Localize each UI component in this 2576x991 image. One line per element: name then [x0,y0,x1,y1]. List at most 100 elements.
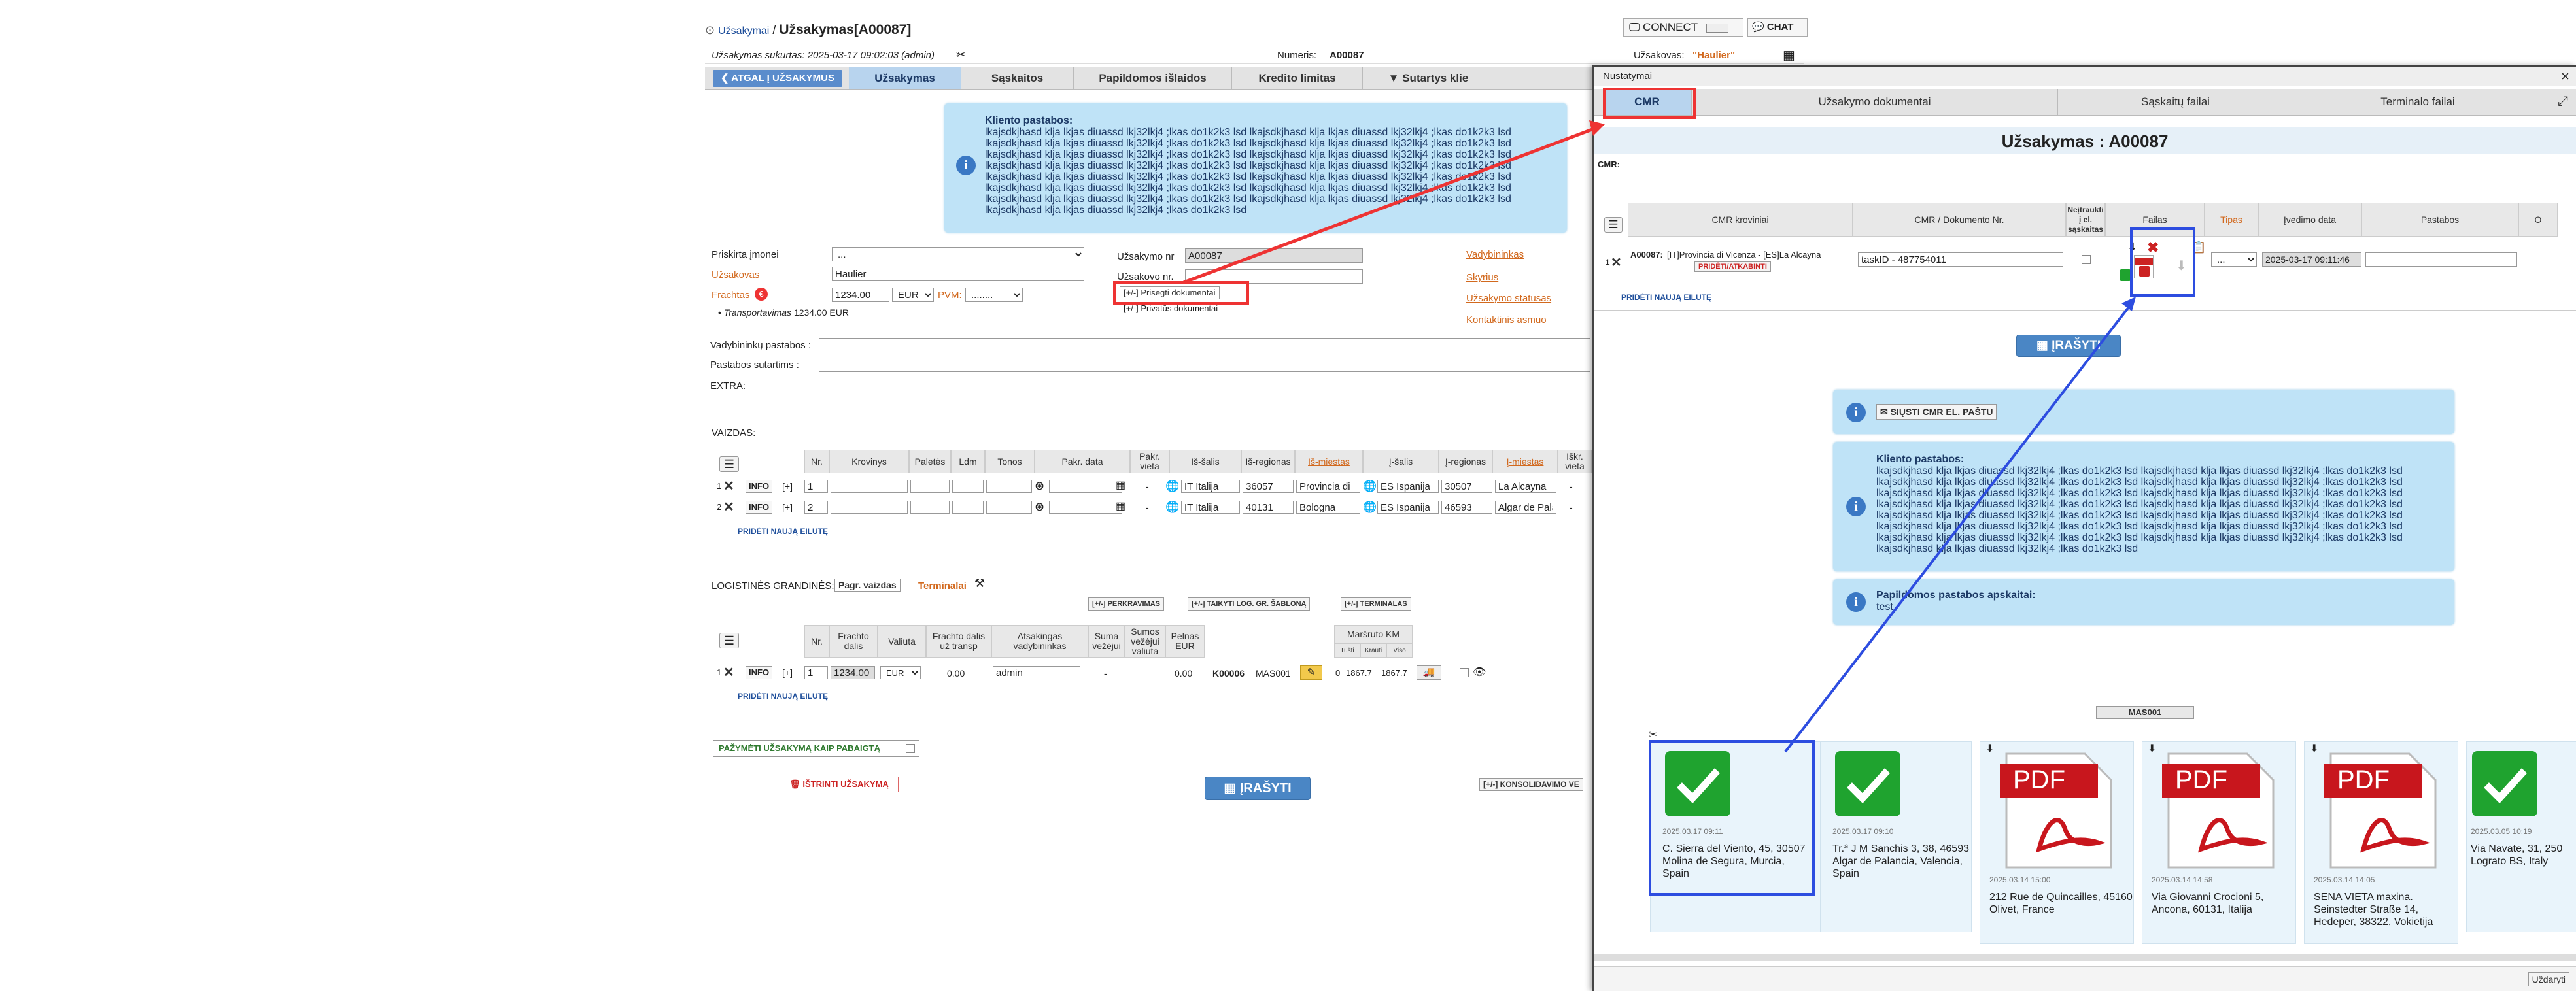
mas-tag[interactable]: MAS001 [2096,706,2194,719]
download-icon[interactable]: ⬇ [2310,742,2318,755]
menu-icon[interactable]: ☰ [719,633,739,648]
chain-checkbox[interactable] [1460,668,1469,677]
tonos-input[interactable] [986,480,1032,493]
info-button[interactable]: INFO [746,480,773,493]
pencil-icon[interactable]: ✎ [1300,665,1322,680]
col-is-miestas[interactable]: Iš-miestas [1295,450,1363,473]
tab-kredito-limitas[interactable]: Kredito limitas [1232,67,1363,89]
send-cmr-button[interactable]: ✉ SIŲSTI CMR EL. PAŠTU [1876,404,1997,420]
delete-row-icon[interactable]: ✕ [723,501,734,514]
i-salis-input[interactable] [1377,480,1439,493]
pakr-data-input[interactable] [1049,501,1122,514]
pdf-card[interactable]: ⬇ PDF 2025.03.14 14:05 SENA VIETA maxina… [2304,741,2458,944]
save-order-button[interactable]: ▦ ĮRAŠYTI [1205,777,1311,800]
cmr-col-tipas[interactable]: Tipas [2205,203,2258,237]
currency-select[interactable]: EUR [892,288,934,302]
vadybininkas-link[interactable]: Vadybininkas [1466,249,1524,260]
is-regionas-input[interactable] [1243,480,1294,493]
ldm-input[interactable] [952,501,984,514]
perkrovimas-button[interactable]: [+/-] PERKRAVIMAS [1088,597,1164,611]
frachtas-input[interactable] [832,288,889,302]
cmr-date-input[interactable] [2262,252,2361,267]
info-button[interactable]: INFO [746,501,773,514]
skyrius-link[interactable]: Skyrius [1466,272,1498,283]
cmr-exclude-checkbox[interactable] [2082,255,2091,264]
cmr-pastabos-input[interactable] [2365,252,2517,267]
pakr-data-input[interactable] [1049,480,1122,493]
expand-button[interactable]: [+] [782,481,793,492]
chain-code[interactable]: K00006 [1212,668,1245,679]
back-to-orders-button[interactable]: ❮ ATGAL Į UŽSAKYMUS [713,70,842,87]
i-salis-input[interactable] [1377,501,1439,514]
i-regionas-input[interactable] [1441,480,1492,493]
delete-row-icon[interactable]: ✕ [723,666,734,679]
calendar-icon[interactable]: ▦ [1116,479,1125,492]
statusas-link[interactable]: Užsakymo statusas [1466,293,1551,304]
konsolidavimo-button[interactable]: [+/-] KONSOLIDAVIMO VE [1479,778,1583,791]
horizontal-scrollbar[interactable] [1594,954,2576,961]
chain-currency-select[interactable]: EUR [880,666,921,679]
ldm-input[interactable] [952,480,984,493]
sutartims-pastabos-input[interactable] [819,358,1590,372]
mark-done-button[interactable]: PAŽYMĖTI UŽSAKYMĄ KAIP PABAIGTĄ [713,740,919,757]
modal-close-icon[interactable]: × [2561,68,2569,85]
terminalai-link[interactable]: Terminalai [918,580,967,592]
priskirta-select[interactable]: ... [832,247,1084,261]
hammer-icon[interactable]: ⚒ [974,577,985,590]
nr-input[interactable] [804,480,828,493]
cargo-attach-button[interactable]: PRIDĖTI/ATKABINTI [1694,261,1771,272]
expand-button[interactable]: [+] [782,502,793,512]
is-salis-input[interactable] [1181,501,1240,514]
add-cargo-row-link[interactable]: PRIDĖTI NAUJĄ EILUTĘ [738,527,828,536]
pagr-vaizdas-button[interactable]: Pagr. vaizdas [834,579,901,592]
terminalas-button[interactable]: [+/-] TERMINALAS [1341,597,1411,611]
i-miestas-input[interactable] [1495,501,1556,514]
vad-pastabos-input[interactable] [819,338,1590,352]
tools-icon[interactable]: ✂ [1649,728,1657,741]
delete-order-button[interactable]: 🗑 IŠTRINTI UŽSAKYMĄ [780,777,899,792]
taikyti-sablona-button[interactable]: [+/-] TAIKYTI LOG. GR. ŠABLONĄ [1188,597,1311,611]
target-icon[interactable]: ⊛ [1035,500,1044,514]
tab-saskaitu-failai[interactable]: Sąskaitų failai [2058,89,2293,115]
paletes-input[interactable] [910,501,950,514]
pvm-select[interactable]: ........ [965,288,1023,302]
tipas-select[interactable]: ... [2211,252,2257,267]
is-miestas-input[interactable] [1296,501,1360,514]
photo-card[interactable]: 2025.03.05 10:19 Via Navate, 31, 250 Log… [2466,741,2576,932]
breadcrumb-parent-link[interactable]: Užsakymai [718,25,769,37]
delete-row-icon[interactable]: ✕ [1611,256,1622,269]
paletes-input[interactable] [910,480,950,493]
nr-input[interactable] [804,501,828,514]
calendar-icon[interactable]: ▦ [1116,499,1125,512]
tab-saskaitos[interactable]: Sąskaitos [961,67,1074,89]
add-cmr-row-link[interactable]: PRIDĖTI NAUJĄ EILUTĘ [1621,293,1711,302]
tonos-input[interactable] [986,501,1032,514]
delete-row-icon[interactable]: ✕ [723,480,734,493]
pdf-card[interactable]: ⬇ PDF 2025.03.14 14:58 Via Giovanni Croc… [2142,741,2296,944]
chain-fracht-input[interactable] [831,666,875,679]
is-regionas-input[interactable] [1243,501,1294,514]
kontaktinis-link[interactable]: Kontaktinis asmuo [1466,314,1547,326]
uzsakovas-label[interactable]: Užsakovas [712,269,759,280]
mark-done-checkbox[interactable] [906,744,915,753]
expand-icon[interactable]: ⤢ [2558,94,2568,109]
info-button[interactable]: INFO [746,666,773,679]
cmr-doc-nr-input[interactable] [1858,252,2063,267]
connect-button[interactable]: 🖵 CONNECT [1623,18,1743,37]
col-i-miestas[interactable]: Į-miestas [1492,450,1558,473]
tab-papildomos-islaidos[interactable]: Papildomos išlaidos [1074,67,1232,89]
tab-sutartys[interactable]: ▼ Sutartys klie [1363,67,1494,89]
tab-uzsakymas[interactable]: Užsakymas [849,67,961,89]
chat-button[interactable]: 💬 CHAT [1747,18,1808,37]
is-miestas-input[interactable] [1296,480,1360,493]
eye-icon[interactable]: 👁 [1473,665,1486,679]
pdf-card[interactable]: ⬇ PDF 2025.03.14 15:00 212 Rue de Quinca… [1980,741,2134,944]
is-salis-input[interactable] [1181,480,1240,493]
cmr-save-button[interactable]: ▦ ĮRAŠYTI [2016,335,2121,357]
uzsakovas-input[interactable] [832,267,1084,281]
menu-icon[interactable]: ☰ [1604,217,1623,233]
chain-manager-input[interactable] [993,666,1080,679]
i-miestas-input[interactable] [1495,480,1556,493]
add-chain-row-link[interactable]: PRIDĖTI NAUJĄ EILUTĘ [738,692,828,701]
chain-nr-input[interactable] [804,666,828,679]
